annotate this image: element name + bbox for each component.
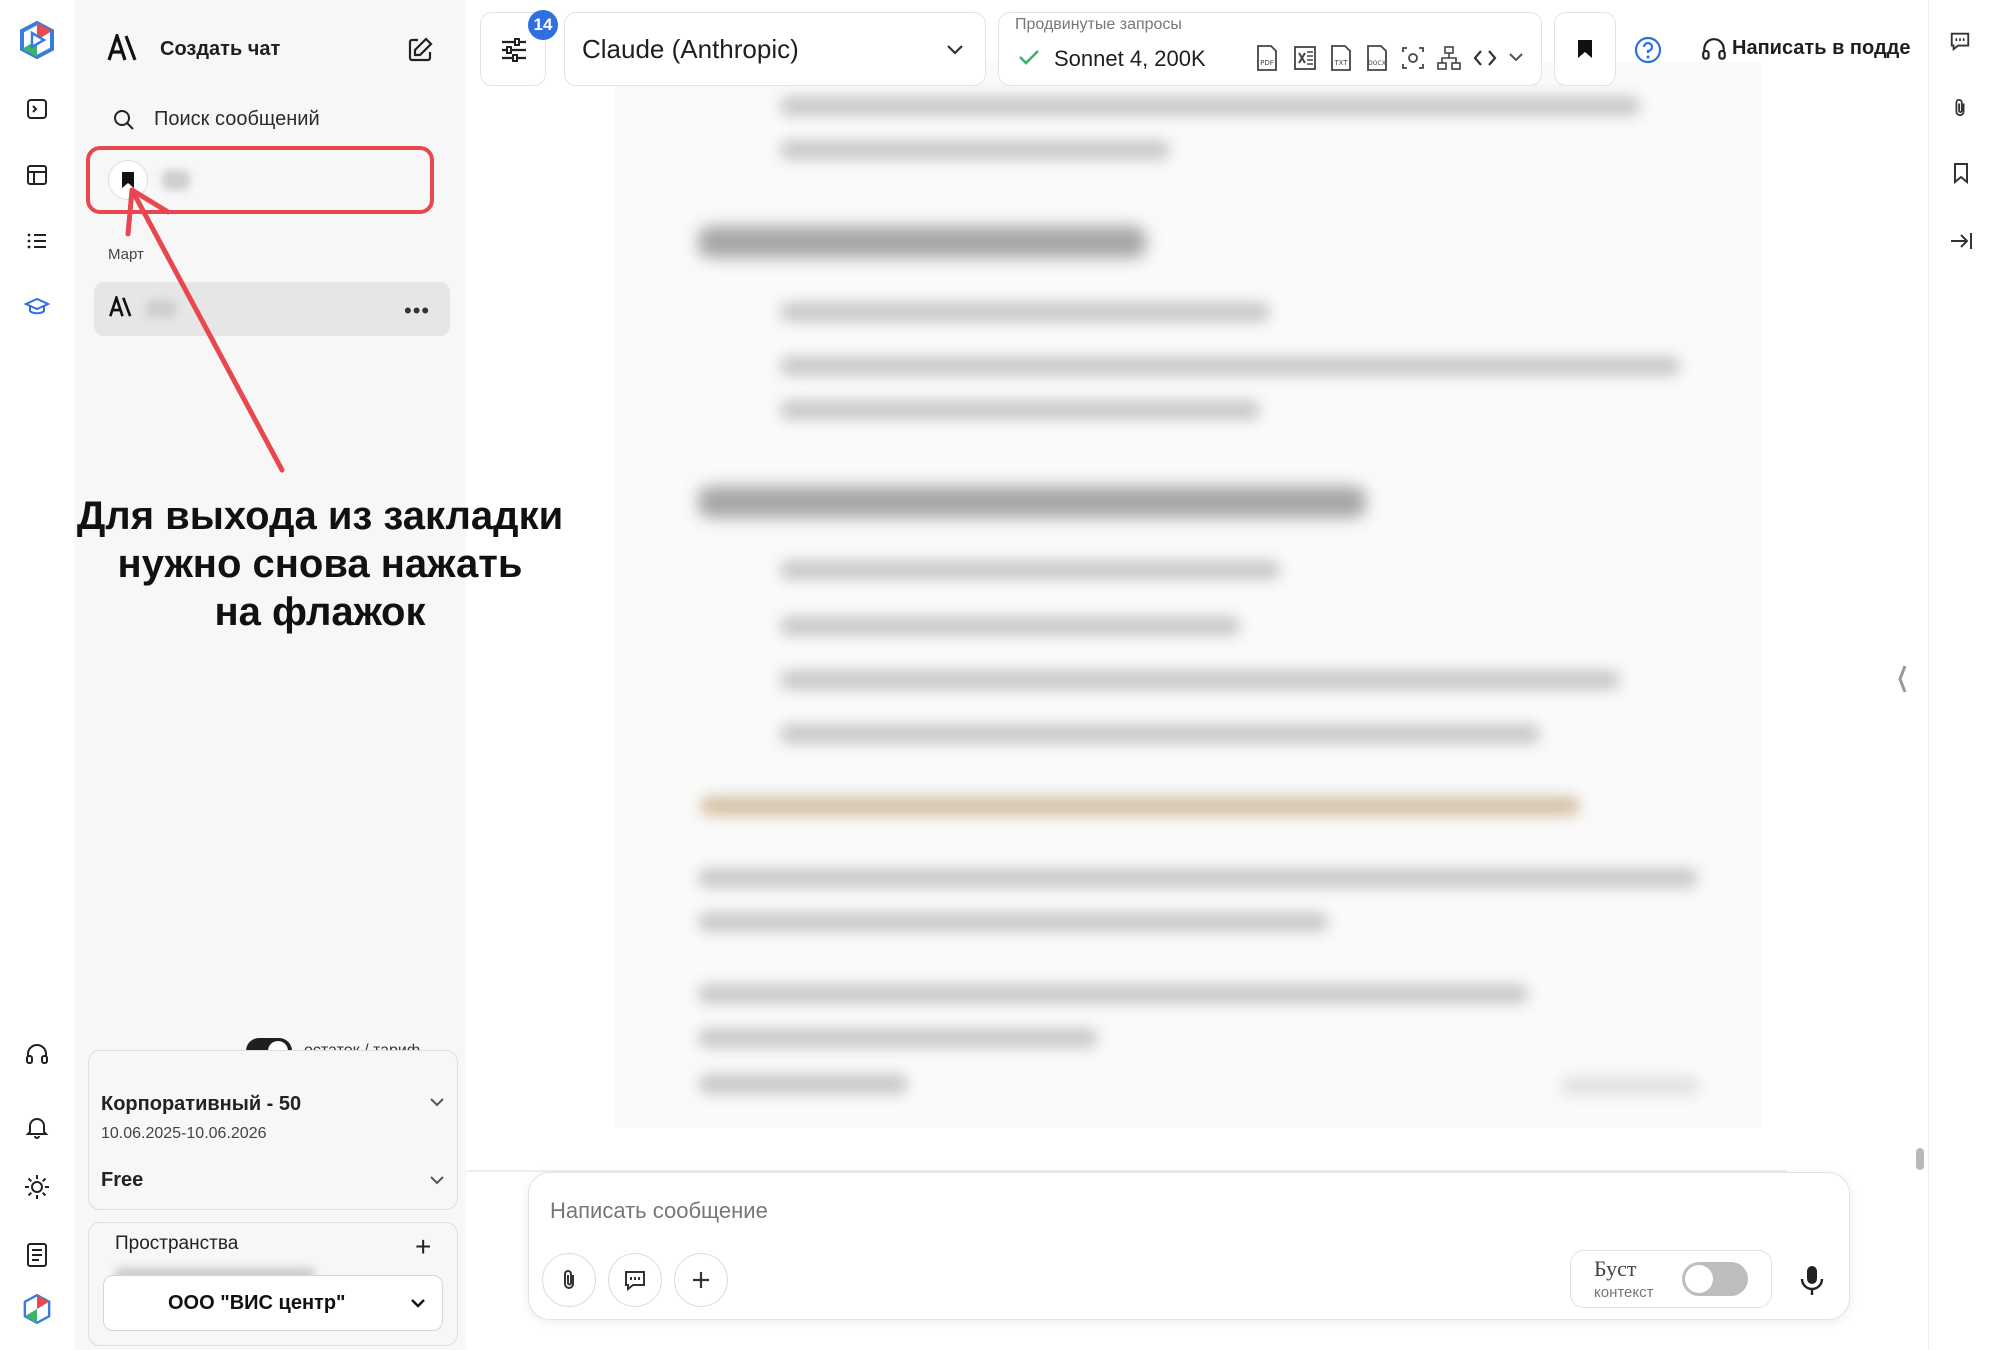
spaces-label: Пространства (115, 1233, 239, 1254)
organization-select[interactable]: ООО "ВИС центр" (103, 1275, 443, 1331)
chevron-down-icon[interactable] (1508, 52, 1524, 62)
boost-subtitle: контекст (1594, 1284, 1654, 1301)
bookmark-outline-icon[interactable] (1953, 162, 1969, 184)
collapse-right-panel-icon[interactable] (1896, 664, 1908, 694)
boost-toggle[interactable] (1682, 1262, 1748, 1296)
sun-icon[interactable] (18, 1168, 56, 1206)
help-icon[interactable] (1634, 36, 1662, 64)
sliders-icon (499, 35, 529, 65)
chevron-down-icon (946, 44, 964, 56)
add-button[interactable] (674, 1253, 728, 1307)
terminal-icon[interactable] (18, 90, 56, 128)
expand-panel-icon[interactable] (1949, 230, 1973, 252)
icon-rail (0, 0, 74, 1350)
chat-icon[interactable] (1949, 30, 1971, 52)
scrollbar-thumb[interactable] (1916, 1148, 1924, 1170)
bell-icon[interactable] (18, 1108, 56, 1146)
code-icon (1472, 46, 1498, 70)
headset-icon (1700, 36, 1728, 64)
brand-footer-icon (18, 1290, 56, 1328)
graduation-cap-icon[interactable] (18, 288, 56, 326)
chat-bubble-icon (625, 1271, 645, 1292)
annotation-line: нужно снова нажать (117, 542, 523, 586)
microphone-icon[interactable] (1798, 1264, 1826, 1298)
right-rail (1928, 0, 1995, 1350)
chevron-down-icon[interactable] (429, 1097, 445, 1107)
layout-icon[interactable] (18, 156, 56, 194)
svg-text:DOCX: DOCX (1368, 60, 1386, 67)
organization-name: ООО "ВИС центр" (168, 1292, 346, 1314)
plan-name[interactable]: Корпоративный - 50 (101, 1093, 301, 1116)
search-input[interactable]: Поиск сообщений (154, 108, 320, 131)
chevron-down-icon (410, 1298, 426, 1308)
spaces-card: Пространства + ООО "ВИС центр" (88, 1222, 458, 1346)
headset-icon[interactable] (18, 1036, 56, 1074)
advanced-requests-label: Продвинутые запросы (1015, 16, 1182, 33)
svg-text:PDF: PDF (1260, 59, 1274, 67)
annotation-text: Для выхода из закладки нужно снова нажат… (40, 492, 600, 636)
document-icon[interactable] (18, 1236, 56, 1274)
sitemap-icon (1436, 44, 1462, 72)
new-chat-edit-icon[interactable] (406, 36, 434, 64)
notification-badge: 14 (528, 10, 558, 40)
chat-content-blurred (614, 62, 1762, 1128)
search-icon (112, 108, 136, 132)
screenshot-icon (1400, 44, 1426, 72)
pdf-icon: PDF (1254, 44, 1280, 72)
docx-icon: DOCX (1364, 44, 1390, 72)
paperclip-icon (564, 1270, 574, 1289)
prompts-button[interactable] (608, 1253, 662, 1307)
list-icon[interactable] (18, 222, 56, 260)
bookmark-button[interactable] (1554, 12, 1616, 86)
message-input[interactable]: Написать сообщение (550, 1198, 768, 1224)
bookmark-icon (1577, 39, 1593, 59)
annotation-arrow (110, 170, 300, 480)
support-link[interactable]: Написать в подде (1732, 37, 1910, 60)
svg-text:TXT: TXT (1333, 59, 1348, 67)
chevron-down-icon[interactable] (429, 1175, 445, 1185)
plan-free-label[interactable]: Free (101, 1169, 143, 1192)
attach-button[interactable] (542, 1253, 596, 1307)
advanced-model-name: Sonnet 4, 200K (1054, 46, 1206, 71)
app-logo-icon[interactable] (15, 18, 59, 62)
more-options-icon[interactable]: ••• (404, 298, 430, 324)
annotation-line: на флажок (214, 590, 426, 634)
plus-icon (693, 1272, 709, 1288)
txt-icon: TXT (1328, 44, 1354, 72)
annotation-line: Для выхода из закладки (76, 494, 564, 538)
boost-title: Буст (1594, 1256, 1637, 1281)
plan-dates: 10.06.2025-10.06.2026 (101, 1125, 267, 1142)
anthropic-logo-icon (106, 34, 140, 62)
add-space-icon[interactable]: + (415, 1233, 431, 1261)
create-chat-label[interactable]: Создать чат (160, 38, 280, 61)
excel-icon (1292, 44, 1318, 72)
paperclip-icon[interactable] (1951, 96, 1969, 120)
model-provider-name: Claude (Anthropic) (582, 34, 799, 64)
plan-card: Корпоративный - 50 10.06.2025-10.06.2026… (88, 1050, 458, 1210)
check-icon (1018, 48, 1040, 66)
